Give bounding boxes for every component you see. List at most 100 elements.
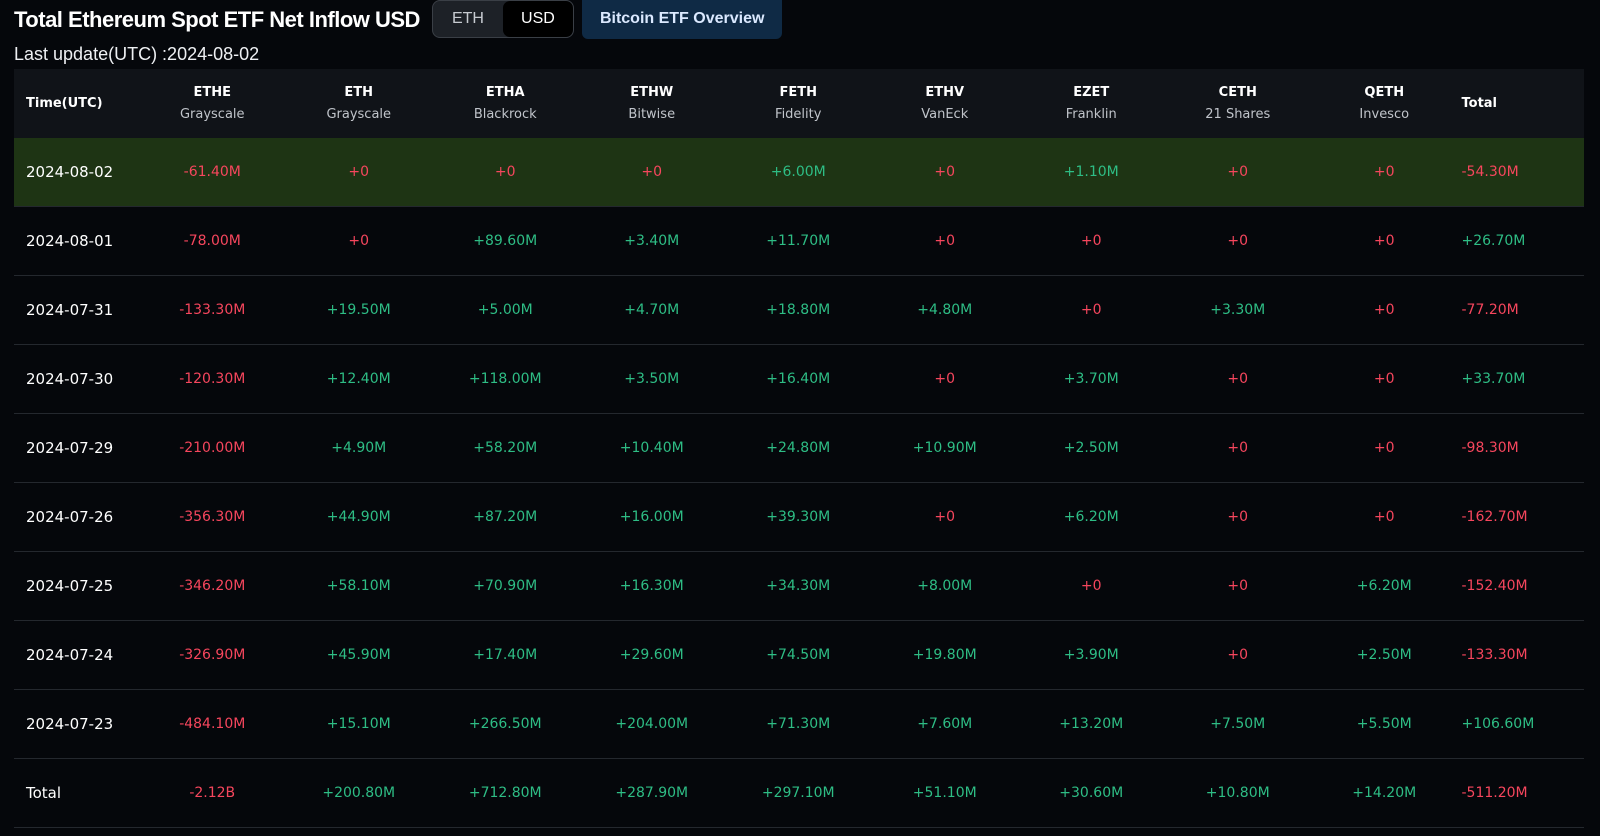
flow-value-cell: +89.60M	[473, 233, 538, 249]
column-header: ETHV VanEck	[872, 82, 1019, 126]
table-header: Time(UTC) ETHE Grayscale ETH Grayscale ETHA Bl…	[14, 69, 1584, 138]
table-body: 2024-08-02 -61.40M +0 +0 +0 +6.00M +0 +1.10M +0 +…	[14, 138, 1584, 828]
flow-value-cell: +0	[348, 164, 370, 180]
table-row: 2024-07-31 -133.30M +19.50M +5.00M +4.70M +18…	[14, 276, 1584, 345]
flow-value-cell: +58.10M	[326, 578, 391, 594]
flow-value-cell: +12.40M	[326, 371, 391, 387]
flow-value-cell: +3.30M	[1210, 302, 1266, 318]
flow-value-cell: +10.80M	[1205, 785, 1270, 801]
flow-value-cell: +4.80M	[917, 302, 973, 318]
column-ticker: ETHV	[925, 84, 965, 100]
flow-value-cell: +15.10M	[326, 716, 391, 732]
flow-value-cell: +118.00M	[468, 371, 542, 387]
flow-value-cell: +26.70M	[1461, 233, 1526, 249]
toggle-eth[interactable]: ETH	[433, 1, 503, 37]
column-header: ETH Grayscale	[286, 82, 433, 126]
column-ticker: ETHW	[630, 84, 674, 100]
flow-value-cell: -120.30M	[179, 371, 246, 387]
flow-value-cell: -133.30M	[1461, 647, 1528, 663]
flow-value-cell: +3.50M	[624, 371, 680, 387]
flow-value-cell: +16.00M	[619, 509, 684, 525]
column-issuer: Bitwise	[628, 106, 676, 122]
column-issuer: Grayscale	[326, 106, 392, 122]
row-date: 2024-07-24	[26, 646, 114, 664]
column-ticker: Time(UTC)	[26, 95, 103, 111]
column-header: ETHE Grayscale	[139, 82, 286, 126]
flow-value-cell: +0	[1080, 233, 1102, 249]
row-date: 2024-07-31	[26, 301, 114, 319]
column-ticker: QETH	[1364, 84, 1405, 100]
column-issuer: Grayscale	[179, 106, 245, 122]
flow-value-cell: +0	[1373, 440, 1395, 456]
toggle-usd[interactable]: USD	[502, 1, 573, 37]
flow-value-cell: +18.80M	[766, 302, 831, 318]
flow-value-cell: +8.00M	[917, 578, 973, 594]
row-date: 2024-08-02	[26, 163, 114, 181]
flow-value-cell: +266.50M	[468, 716, 542, 732]
column-issuer: Invesco	[1359, 106, 1410, 122]
row-date: 2024-07-30	[26, 370, 114, 388]
flow-value-cell: +16.40M	[766, 371, 831, 387]
column-issuer: Franklin	[1065, 106, 1117, 122]
flow-value-cell: +287.90M	[615, 785, 689, 801]
column-ticker: EZET	[1073, 84, 1110, 100]
table-row: 2024-07-24 -326.90M +45.90M +17.40M +29.60M +…	[14, 621, 1584, 690]
flow-value-cell: +6.20M	[1063, 509, 1119, 525]
flow-value-cell: +2.50M	[1063, 440, 1119, 456]
flow-value-cell: +3.70M	[1063, 371, 1119, 387]
flow-value-cell: +3.40M	[624, 233, 680, 249]
unit-toggle[interactable]: ETH USD	[431, 0, 574, 38]
flow-value-cell: +712.80M	[468, 785, 542, 801]
flow-value-cell: +0	[1373, 164, 1395, 180]
flow-value-cell: +16.30M	[619, 578, 684, 594]
flow-value-cell: +4.90M	[331, 440, 387, 456]
flow-value-cell: -152.40M	[1461, 578, 1528, 594]
row-date: Total	[26, 784, 62, 802]
flow-value-cell: +45.90M	[326, 647, 391, 663]
flow-value-cell: +7.50M	[1210, 716, 1266, 732]
flow-value-cell: +0	[1373, 371, 1395, 387]
column-header: ETHA Blackrock	[432, 82, 579, 126]
table-row: 2024-07-23 -484.10M +15.10M +266.50M +204.00…	[14, 690, 1584, 759]
flow-value-cell: -356.30M	[179, 509, 246, 525]
flow-value-cell: +0	[1080, 302, 1102, 318]
column-header: QETH Invesco	[1311, 82, 1458, 126]
etf-flow-table: Time(UTC) ETHE Grayscale ETH Grayscale ETHA Bl…	[14, 69, 1584, 828]
flow-value-cell: +0	[1227, 233, 1249, 249]
flow-value-cell: -511.20M	[1461, 785, 1528, 801]
row-date: 2024-07-25	[26, 577, 114, 595]
flow-value-cell: +0	[1227, 509, 1249, 525]
flow-value-cell: -484.10M	[179, 716, 246, 732]
flow-value-cell: -162.70M	[1461, 509, 1528, 525]
flow-value-cell: -346.20M	[179, 578, 246, 594]
flow-value-cell: +13.20M	[1059, 716, 1124, 732]
flow-value-cell: +1.10M	[1063, 164, 1119, 180]
column-header: CETH 21 Shares	[1165, 82, 1312, 126]
flow-value-cell: +34.30M	[766, 578, 831, 594]
column-ticker: ETHE	[193, 84, 231, 100]
table-row: Total -2.12B +200.80M +712.80M +287.90M +297.…	[14, 759, 1584, 828]
column-header: Time(UTC)	[14, 93, 139, 115]
flow-value-cell: -326.90M	[179, 647, 246, 663]
flow-value-cell: +0	[1373, 233, 1395, 249]
flow-value-cell: +5.00M	[477, 302, 533, 318]
column-ticker: ETHA	[485, 84, 525, 100]
flow-value-cell: +0	[348, 233, 370, 249]
bitcoin-etf-overview-button[interactable]: Bitcoin ETF Overview	[581, 0, 783, 39]
flow-value-cell: +4.70M	[624, 302, 680, 318]
flow-value-cell: +0	[1227, 371, 1249, 387]
page-title: Total Ethereum Spot ETF Net Inflow USD	[14, 7, 420, 32]
flow-value-cell: +10.90M	[912, 440, 977, 456]
top-bar: Total Ethereum Spot ETF Net Inflow USD E…	[14, 0, 783, 40]
flow-value-cell: +17.40M	[473, 647, 538, 663]
flow-value-cell: +44.90M	[326, 509, 391, 525]
row-date: 2024-08-01	[26, 232, 114, 250]
flow-value-cell: +14.20M	[1352, 785, 1417, 801]
flow-value-cell: +10.40M	[619, 440, 684, 456]
flow-value-cell: +6.20M	[1356, 578, 1412, 594]
column-ticker: CETH	[1218, 84, 1257, 100]
flow-value-cell: -77.20M	[1461, 302, 1519, 318]
row-date: 2024-07-23	[26, 715, 114, 733]
flow-value-cell: +39.30M	[766, 509, 831, 525]
flow-value-cell: +3.90M	[1063, 647, 1119, 663]
